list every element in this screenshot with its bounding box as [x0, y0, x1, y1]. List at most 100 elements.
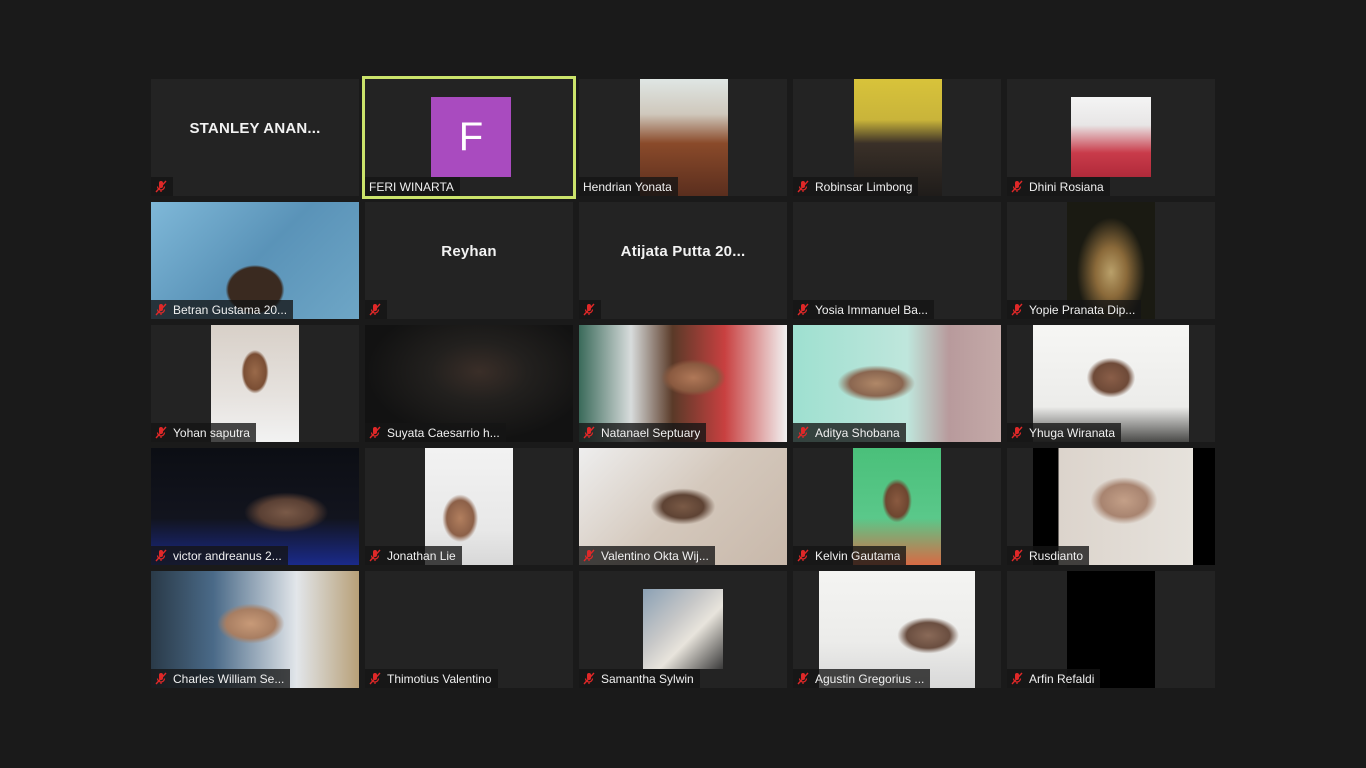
participant-name: Natanael Septuary [601, 425, 701, 440]
mic-muted-icon [369, 672, 381, 685]
mic-muted-icon [155, 549, 167, 562]
participant-name-label: Kelvin Gautama [793, 546, 907, 565]
participant-name: Suyata Caesarrio h... [387, 425, 500, 440]
meeting-window: STANLEY ANAN... F FERI WINARTA Hendrian Yon… [0, 0, 1366, 768]
participant-name: Yohan saputra [173, 425, 250, 440]
participant-name-label: Agustin Gregorius ... [793, 669, 931, 688]
mic-muted-icon [583, 303, 595, 316]
participant-name-label: Yhuga Wiranata [1007, 423, 1122, 442]
participant-name-label: Charles William Se... [151, 669, 291, 688]
participant-tile[interactable]: Agustin Gregorius ... [793, 571, 1001, 688]
participant-tile[interactable]: Robinsar Limbong [793, 79, 1001, 196]
participant-name: Arfin Refaldi [1029, 671, 1095, 686]
participant-tile[interactable]: Natanael Septuary [579, 325, 787, 442]
participant-name-label: Valentino Okta Wij... [579, 546, 715, 565]
gallery-grid: STANLEY ANAN... F FERI WINARTA Hendrian Yon… [151, 76, 1215, 688]
participant-name: Yopie Pranata Dip... [1029, 302, 1136, 317]
participant-name: Kelvin Gautama [815, 548, 901, 563]
mic-muted-icon [1011, 426, 1023, 439]
participant-name-label: Rusdianto [1007, 546, 1090, 565]
participant-tile[interactable]: Aditya Shobana [793, 325, 1001, 442]
participant-tile[interactable]: Dhini Rosiana [1007, 79, 1215, 196]
participant-name-label [579, 300, 601, 319]
mic-muted-icon [1011, 672, 1023, 685]
mic-muted-icon [583, 549, 595, 562]
mic-muted-icon [369, 426, 381, 439]
participant-tile[interactable]: Samantha Sylwin [579, 571, 787, 688]
participant-tile[interactable]: Atijata Putta 20... [579, 202, 787, 319]
participant-name-label: Yopie Pranata Dip... [1007, 300, 1142, 319]
participant-video [643, 589, 723, 669]
participant-tile[interactable]: Suyata Caesarrio h... [365, 325, 573, 442]
participant-tile[interactable]: STANLEY ANAN... [151, 79, 359, 196]
mic-muted-icon [155, 180, 167, 193]
participant-name-label: Jonathan Lie [365, 546, 462, 565]
participant-name: Yosia Immanuel Ba... [815, 302, 928, 317]
mic-muted-icon [1011, 180, 1023, 193]
participant-name: Valentino Okta Wij... [601, 548, 709, 563]
participant-name-label: Aditya Shobana [793, 423, 906, 442]
participant-name-label [365, 300, 387, 319]
participant-name-label: Robinsar Limbong [793, 177, 919, 196]
participant-name-label: Natanael Septuary [579, 423, 707, 442]
participant-display-name: Reyhan [441, 243, 497, 260]
participant-name: Robinsar Limbong [815, 179, 913, 194]
participant-name-label: Suyata Caesarrio h... [365, 423, 506, 442]
mic-muted-icon [1011, 549, 1023, 562]
participant-tile[interactable]: victor andreanus 2... [151, 448, 359, 565]
participant-tile[interactable]: Jonathan Lie [365, 448, 573, 565]
participant-name-label: victor andreanus 2... [151, 546, 288, 565]
participant-tile[interactable]: Yosia Immanuel Ba... [793, 202, 1001, 319]
participant-name-label: Yosia Immanuel Ba... [793, 300, 934, 319]
mic-muted-icon [155, 426, 167, 439]
mic-muted-icon [369, 303, 381, 316]
mic-muted-icon [583, 672, 595, 685]
participant-display-name: Atijata Putta 20... [620, 243, 746, 260]
mic-muted-icon [155, 303, 167, 316]
mic-muted-icon [797, 549, 809, 562]
participant-name: Rusdianto [1029, 548, 1084, 563]
participant-tile[interactable]: F FERI WINARTA [362, 76, 576, 199]
participant-tile[interactable]: Thimotius Valentino [365, 571, 573, 688]
participant-name: Charles William Se... [173, 671, 285, 686]
participant-name: Dhini Rosiana [1029, 179, 1104, 194]
mic-muted-icon [155, 672, 167, 685]
participant-tile[interactable]: Hendrian Yonata [579, 79, 787, 196]
participant-name-label: Betran Gustama 20... [151, 300, 294, 319]
participant-tile[interactable]: Yhuga Wiranata [1007, 325, 1215, 442]
participant-name: Samantha Sylwin [601, 671, 694, 686]
participant-name: Agustin Gregorius ... [815, 671, 925, 686]
participant-tile[interactable]: Charles William Se... [151, 571, 359, 688]
participant-tile[interactable]: Valentino Okta Wij... [579, 448, 787, 565]
participant-name: Thimotius Valentino [387, 671, 492, 686]
participant-name-label: Arfin Refaldi [1007, 669, 1101, 688]
mic-muted-icon [583, 426, 595, 439]
participant-name: victor andreanus 2... [173, 548, 282, 563]
mic-muted-icon [797, 672, 809, 685]
avatar: F [431, 97, 511, 177]
participant-name-label: Yohan saputra [151, 423, 256, 442]
participant-tile[interactable]: Yopie Pranata Dip... [1007, 202, 1215, 319]
participant-video [1071, 97, 1151, 177]
mic-muted-icon [369, 549, 381, 562]
mic-muted-icon [1011, 303, 1023, 316]
participant-name: Yhuga Wiranata [1029, 425, 1116, 440]
participant-name-label: Thimotius Valentino [365, 669, 498, 688]
participant-tile[interactable]: Betran Gustama 20... [151, 202, 359, 319]
participant-name: Betran Gustama 20... [173, 302, 288, 317]
participant-name: Aditya Shobana [815, 425, 900, 440]
participant-name: FERI WINARTA [369, 179, 454, 194]
participant-name-label: Dhini Rosiana [1007, 177, 1110, 196]
participant-name: Hendrian Yonata [583, 179, 672, 194]
participant-name-label: Hendrian Yonata [579, 177, 678, 196]
participant-display-name: STANLEY ANAN... [189, 120, 321, 137]
participant-tile[interactable]: Yohan saputra [151, 325, 359, 442]
participant-tile[interactable]: Rusdianto [1007, 448, 1215, 565]
mic-muted-icon [797, 426, 809, 439]
participant-tile[interactable]: Kelvin Gautama [793, 448, 1001, 565]
participant-tile[interactable]: Arfin Refaldi [1007, 571, 1215, 688]
participant-name-label: Samantha Sylwin [579, 669, 700, 688]
mic-muted-icon [797, 303, 809, 316]
participant-tile[interactable]: Reyhan [365, 202, 573, 319]
mic-muted-icon [797, 180, 809, 193]
